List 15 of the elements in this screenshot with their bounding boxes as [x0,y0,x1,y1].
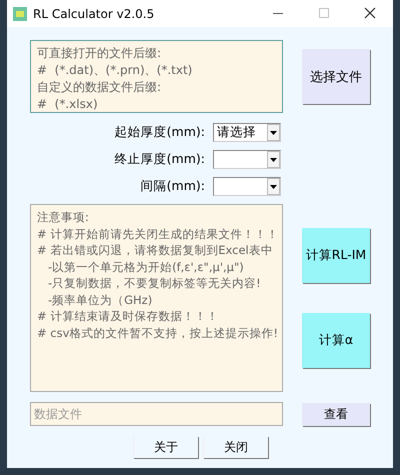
calculate-button[interactable]: 计算RL-IM [302,228,370,283]
file-suffix-info: 可直接打开的文件后缀: # (*.dat)、(*.prn)、(*.txt) 自定义的数据文件后缀: # (*.xlsx) [30,40,283,113]
select-file-button[interactable]: 选择文件 [302,49,370,104]
dialog-button[interactable]: 关闭 [203,436,268,458]
field-label: 起始厚度(mm): [114,124,205,141]
view-button[interactable]: 查看 [302,403,370,426]
data-file-field[interactable]: 数据文件 [30,402,283,426]
notes-text: 注意事项: # 计算开始前请先关闭生成的结果文件！！！ # 若出错或闪退，请将数据复制到Excel表中 -以第一个单元格为开始(f,ε',ε",μ',μ") -只复制数据，不要复制标签等无关内容! -频率单位为（GHz) # 计算结束请及时保存数据！！！ # csv格式的文件暂不支持，按上述提示操作! [30,204,283,392]
app-icon [13,6,27,20]
field-label: 间隔(mm): [140,178,205,195]
field-label: 终止厚度(mm): [114,151,205,168]
dialog-button[interactable]: 关于 [133,436,198,458]
calculate-button[interactable]: 计算α [302,313,370,368]
window-title: RL Calculator v2.0.5 [33,6,154,20]
dropdown[interactable]: 请选择 [213,123,281,142]
